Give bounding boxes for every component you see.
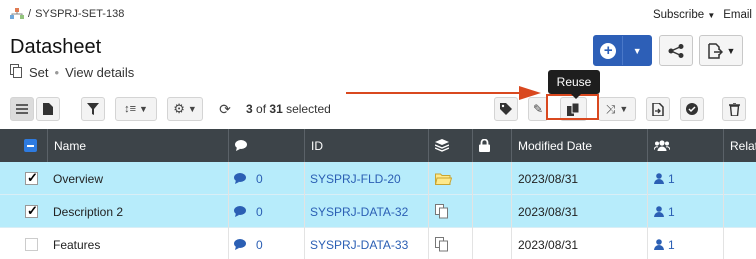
page-subtitle: Set • View details [10, 64, 134, 81]
hierarchy-icon [668, 43, 684, 58]
chevron-down-icon: ▼ [139, 104, 148, 114]
user-icon [654, 239, 664, 250]
add-button[interactable]: + [594, 36, 624, 65]
row-checkbox[interactable] [19, 228, 38, 259]
approve-button[interactable] [680, 97, 704, 121]
row-modified-date: 2023/08/31 [518, 204, 579, 219]
gear-icon: ⚙ [173, 101, 185, 116]
table-row[interactable]: Overview 0 SYSPRJ-FLD-20 2023/08/31 1 [0, 162, 756, 195]
row-modified-date: 2023/08/31 [518, 171, 579, 186]
filter-icon [87, 103, 99, 115]
document-icon [43, 103, 53, 115]
column-comments[interactable] [229, 129, 305, 162]
row-comments[interactable]: 0 [228, 228, 263, 259]
item-type: Set [29, 65, 49, 80]
import-icon [652, 102, 664, 116]
export-button[interactable]: ▼ [699, 35, 743, 66]
chevron-down-icon: ▼ [619, 104, 629, 114]
page-title: Datasheet [10, 36, 102, 58]
column-modified-date[interactable]: Modified Date [512, 129, 648, 162]
breadcrumb-item[interactable]: SYSPRJ-SET-138 [35, 8, 124, 20]
table-row[interactable]: Description 2 0 SYSPRJ-DATA-32 2023/08/3… [0, 195, 756, 228]
folder-icon [429, 162, 452, 195]
filter-button[interactable] [81, 97, 105, 121]
column-lock[interactable] [473, 129, 512, 162]
edit-button[interactable]: ✎ [528, 97, 548, 121]
sort-icon: ↕≡ [124, 103, 136, 115]
copy-icon [429, 228, 450, 259]
import-button[interactable] [646, 97, 670, 121]
annotation-arrow-head [519, 86, 541, 100]
plus-icon: + [600, 42, 617, 59]
comment-icon [234, 173, 246, 184]
tag-icon [500, 103, 512, 115]
comment-icon [234, 239, 246, 250]
settings-button[interactable]: ⚙ ▼ [167, 97, 203, 121]
row-id-link[interactable]: SYSPRJ-DATA-32 [304, 195, 408, 228]
row-comments[interactable]: 0 [228, 195, 263, 228]
row-users[interactable]: 1 [648, 195, 675, 228]
reuse-tooltip: Reuse [548, 70, 600, 99]
refresh-button[interactable]: ⟳ [213, 97, 237, 121]
column-id[interactable]: ID [305, 129, 429, 162]
column-users[interactable] [648, 129, 724, 162]
row-users[interactable]: 1 [648, 162, 675, 195]
column-name[interactable]: Name [48, 129, 229, 162]
row-checkbox[interactable] [19, 162, 38, 195]
check-circle-icon [686, 103, 698, 115]
users-icon [654, 140, 670, 151]
top-links: Subscribe ▼ Email [653, 9, 752, 21]
lock-icon [479, 139, 490, 152]
add-dropdown-button[interactable]: ▼ [623, 36, 651, 65]
selection-count: 3 of 31 selected [246, 102, 331, 116]
select-all-checkbox[interactable] [0, 129, 48, 162]
row-id-link[interactable]: SYSPRJ-DATA-33 [304, 228, 408, 259]
move-button[interactable]: ⤨ ▼ [598, 97, 636, 121]
row-comments[interactable]: 0 [228, 162, 263, 195]
user-icon [654, 173, 664, 184]
subscribe-menu[interactable]: Subscribe ▼ [653, 9, 715, 21]
copy-icon [429, 195, 450, 228]
breadcrumb: / SYSPRJ-SET-138 [10, 8, 124, 20]
row-checkbox[interactable] [19, 195, 38, 228]
table-header: Name ID Modified Date Relat [0, 129, 756, 162]
row-users[interactable]: 1 [648, 228, 675, 259]
column-relationships[interactable]: Relat [724, 129, 756, 162]
tag-button[interactable] [494, 97, 518, 121]
row-name[interactable]: Description 2 [47, 195, 123, 228]
shuffle-icon: ⤨ [605, 101, 616, 116]
refresh-icon: ⟳ [219, 100, 231, 117]
hierarchy-button[interactable] [659, 35, 693, 66]
row-name[interactable]: Overview [47, 162, 103, 195]
list-icon [16, 104, 28, 114]
row-id-link[interactable]: SYSPRJ-FLD-20 [304, 162, 401, 195]
row-name[interactable]: Features [47, 228, 100, 259]
layers-icon [435, 139, 449, 152]
list-view-button[interactable] [10, 97, 34, 121]
view-details-link[interactable]: View details [65, 65, 134, 80]
annotation-arrow [346, 92, 521, 94]
org-icon[interactable] [10, 8, 24, 20]
table-row[interactable]: Features 0 SYSPRJ-DATA-33 2023/08/31 1 [0, 228, 756, 259]
trash-icon [728, 102, 740, 116]
delete-button[interactable] [722, 97, 746, 121]
comment-icon [235, 140, 247, 151]
row-modified-date: 2023/08/31 [518, 237, 579, 252]
set-icon [10, 64, 23, 81]
sort-button[interactable]: ↕≡ ▼ [115, 97, 157, 121]
add-button-group: + ▼ [593, 35, 652, 66]
user-icon [654, 206, 664, 217]
email-link[interactable]: Email [723, 9, 752, 21]
export-icon [707, 42, 723, 59]
chevron-down-icon: ▼ [726, 45, 736, 56]
pencil-icon: ✎ [532, 102, 544, 116]
chevron-down-icon: ▼ [187, 104, 197, 114]
comment-icon [234, 206, 246, 217]
column-type[interactable] [429, 129, 473, 162]
document-view-button[interactable] [36, 97, 60, 121]
